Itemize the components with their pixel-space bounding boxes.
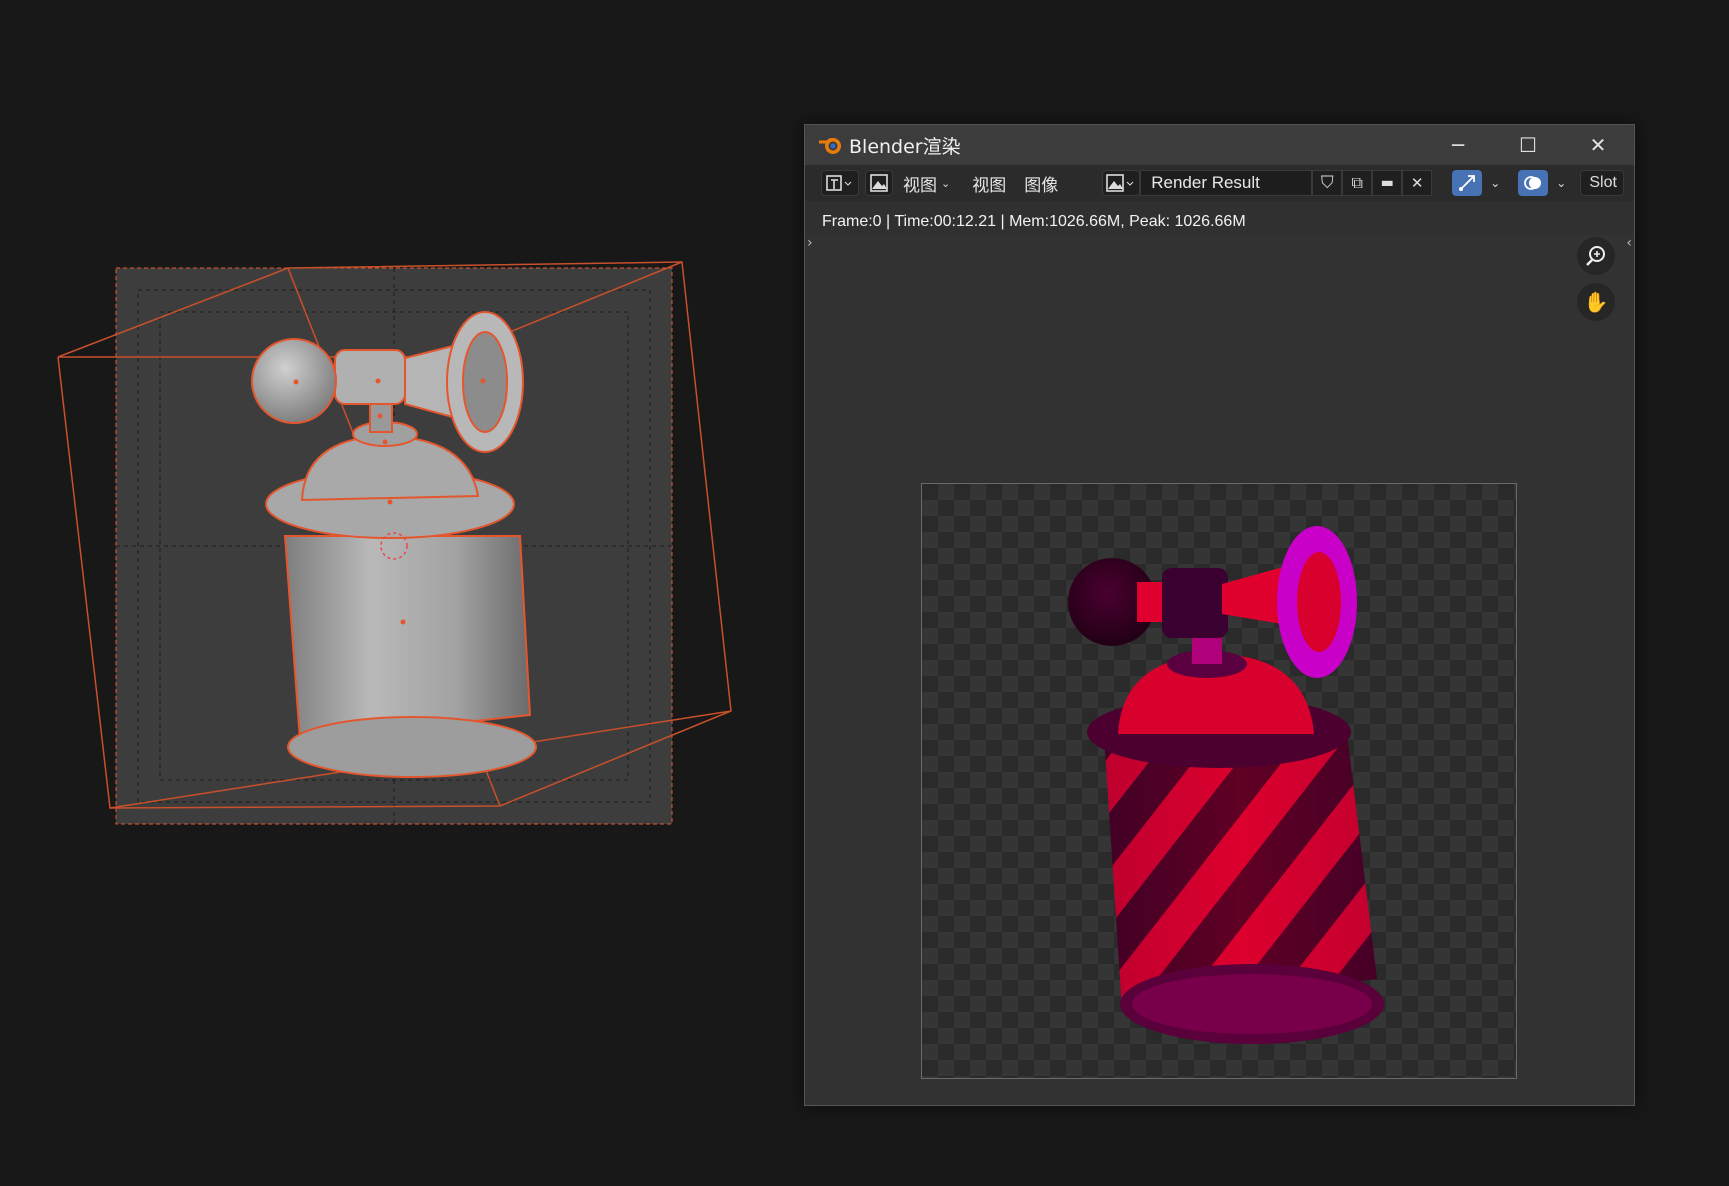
image-icon: [870, 174, 888, 192]
zoom-icon[interactable]: [1577, 237, 1615, 275]
new-image-button[interactable]: ⧉: [1342, 170, 1373, 196]
shield-icon: ⛉: [1320, 173, 1334, 193]
render-window[interactable]: Blender渲染 ─ ☐ ✕ 视图 ⌄ 视图 图像 Render Result…: [804, 124, 1635, 1106]
image-editor-header: 视图 ⌄ 视图 图像 Render Result ⛉ ⧉ ▬ ✕ ⌄ ⌄ Slo…: [805, 165, 1634, 201]
title-bar[interactable]: Blender渲染 ─ ☐ ✕: [805, 125, 1634, 165]
slot-dropdown[interactable]: Slot: [1580, 170, 1625, 196]
image-editor-icon: [826, 175, 852, 191]
overlay-icon: [1524, 176, 1542, 190]
image-menu[interactable]: 图像: [1024, 171, 1058, 196]
maximize-button[interactable]: ☐: [1493, 125, 1563, 165]
image-name-field[interactable]: Render Result: [1140, 170, 1313, 196]
render-result-image[interactable]: [921, 483, 1517, 1079]
sidebar-expand-arrow-icon[interactable]: ›: [807, 235, 813, 251]
sidebar-collapse-arrow-icon[interactable]: ‹: [1626, 235, 1632, 251]
maximize-icon: ☐: [1519, 133, 1537, 157]
editor-type-button[interactable]: [821, 170, 859, 196]
browse-image-button[interactable]: [1102, 170, 1141, 196]
blender-logo-icon: [819, 137, 841, 154]
image-canvas-area[interactable]: › ‹ ✋: [805, 235, 1634, 1105]
view-dropdown[interactable]: 视图: [903, 171, 937, 196]
duplicate-icon: ⧉: [1351, 173, 1363, 192]
magnifier-icon: [1586, 246, 1605, 266]
chevron-down-icon: ⌄: [941, 176, 951, 190]
hand-icon: ✋: [1583, 290, 1609, 314]
close-button[interactable]: ✕: [1563, 125, 1633, 165]
render-status-text: Frame:0 | Time:00:12.21 | Mem:1026.66M, …: [822, 213, 1246, 230]
close-icon: ✕: [1410, 174, 1424, 192]
rendered-horn: [1068, 526, 1384, 1044]
view-menu[interactable]: 视图: [972, 171, 1006, 196]
minimize-icon: ─: [1451, 133, 1465, 157]
minimize-button[interactable]: ─: [1423, 125, 1493, 165]
pan-hand-icon[interactable]: ✋: [1577, 283, 1615, 321]
close-icon: ✕: [1589, 133, 1607, 157]
fake-user-button[interactable]: ⛉: [1312, 170, 1343, 196]
window-title: Blender渲染: [849, 135, 961, 158]
3d-viewport[interactable]: [0, 0, 780, 1186]
chevron-down-icon[interactable]: ⌄: [1556, 176, 1566, 190]
image-browse-icon: [1106, 174, 1134, 192]
chevron-down-icon[interactable]: ⌄: [1490, 176, 1500, 190]
open-image-button[interactable]: ▬: [1372, 170, 1403, 196]
gizmo-icon: [1459, 175, 1476, 191]
folder-icon: ▬: [1380, 175, 1394, 191]
gizmo-toggle-button[interactable]: [1452, 170, 1483, 196]
image-mode-button[interactable]: [865, 170, 893, 196]
overlay-toggle-button[interactable]: [1518, 170, 1549, 196]
viewport-canvas[interactable]: [0, 0, 780, 1186]
unlink-image-button[interactable]: ✕: [1402, 170, 1433, 196]
